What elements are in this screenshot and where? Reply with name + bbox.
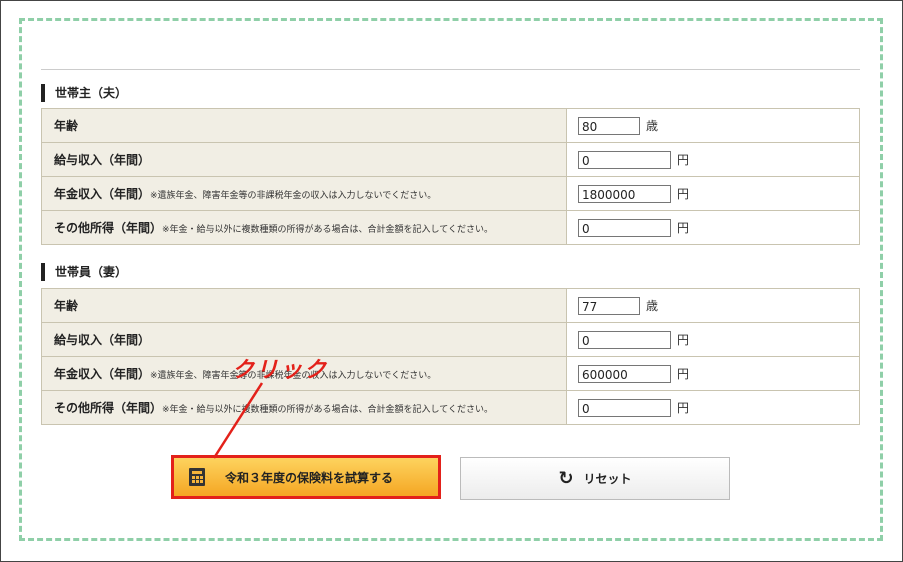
annotation-arrow bbox=[212, 382, 264, 459]
